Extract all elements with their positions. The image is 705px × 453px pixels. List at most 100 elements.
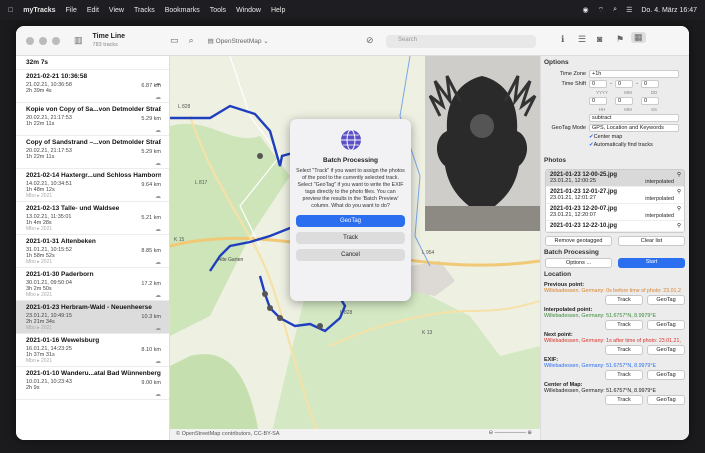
cancel-button[interactable]: Cancel bbox=[296, 249, 405, 261]
shift-hour[interactable]: 0 bbox=[589, 97, 607, 105]
info-icon[interactable]: ℹ bbox=[561, 34, 564, 45]
menu-tracks[interactable]: Tracks bbox=[134, 7, 155, 14]
cloud-icon: ☁ bbox=[155, 161, 161, 167]
center-map-point-value: Willebadessen, Germany: 51.6757°N, 8.997… bbox=[544, 388, 657, 394]
track-row[interactable]: 32m 7s ☁ bbox=[16, 56, 169, 87]
menu-view[interactable]: View bbox=[109, 7, 124, 14]
apple-menu[interactable]:  bbox=[8, 7, 13, 14]
shift-minute[interactable]: 0 bbox=[615, 97, 633, 105]
unit-mm: MM bbox=[624, 90, 632, 95]
status-icon[interactable]: ◉ bbox=[582, 6, 588, 14]
folder-icon[interactable]: ▭ bbox=[170, 35, 179, 46]
interp-geotag-button[interactable]: GeoTag bbox=[647, 320, 685, 330]
exif-geotag-button[interactable]: GeoTag bbox=[647, 370, 685, 380]
clear-list-button[interactable]: Clear list bbox=[618, 236, 685, 246]
prev-point-value: Willebadessen, Germany: 0s before time o… bbox=[544, 288, 681, 294]
photo-geotag-icon[interactable]: ▦ bbox=[631, 32, 646, 43]
exif-value: Willebadessen, Germany: 51.6757°N, 8.997… bbox=[544, 363, 657, 369]
interp-track-button[interactable]: Track bbox=[605, 320, 643, 330]
map-town-label: Alte Garten bbox=[218, 257, 244, 263]
menu-file[interactable]: File bbox=[66, 7, 77, 14]
menu-tools[interactable]: Tools bbox=[210, 7, 226, 14]
map-source-select[interactable]: ▤ OpenStreetMap ⌄ bbox=[208, 37, 269, 45]
track-row[interactable]: 2021-02-13 Talle- und Waldsee 13.02.21, 1… bbox=[16, 202, 169, 235]
track-row[interactable]: 2021-02-21 10:36:58 21.02.21, 10:36:58 2h … bbox=[16, 70, 169, 103]
shift-month[interactable]: 0 bbox=[615, 80, 633, 88]
exif-track-button[interactable]: Track bbox=[605, 370, 643, 380]
geotag-button[interactable]: GeoTag bbox=[296, 215, 405, 227]
minimize-button[interactable] bbox=[39, 36, 47, 45]
track-row[interactable]: Kopie von Copy of Sa...von Detmolder Str… bbox=[16, 103, 169, 136]
control-center-icon[interactable]: ☰ bbox=[626, 6, 632, 14]
map-label-k13: K 13 bbox=[422, 330, 433, 336]
track-name: 32m 7s bbox=[26, 59, 49, 66]
track-row[interactable]: 2021-01-16 Wewelsburg 16.01.21, 14:23:25 1… bbox=[16, 334, 169, 367]
zoom-button[interactable] bbox=[52, 36, 60, 45]
batch-options-button[interactable]: Options ... bbox=[545, 258, 613, 268]
unit-min: MM bbox=[624, 107, 632, 112]
map-label-l954: L 954 bbox=[422, 250, 435, 256]
center-track-button[interactable]: Track bbox=[605, 395, 643, 405]
photo-item[interactable]: 2021-01-23 12-00-25.jpg 23.01.21, 12:00:2… bbox=[546, 170, 684, 187]
flag-icon[interactable]: ⚑ bbox=[616, 34, 624, 45]
prev-geotag-button[interactable]: GeoTag bbox=[647, 295, 685, 305]
track-distance: 5.29 km bbox=[141, 149, 161, 155]
search-menu-icon[interactable]: ⌕ bbox=[613, 6, 617, 14]
map-view[interactable]: L 828 L 817 K 15 L 954 K 13 L 828 Alte G… bbox=[170, 56, 540, 440]
track-row[interactable]: Copy of Sandstrand –...von Detmolder Str… bbox=[16, 136, 169, 169]
next-geotag-button[interactable]: GeoTag bbox=[647, 345, 685, 355]
menu-help[interactable]: Help bbox=[271, 7, 285, 14]
photo-item[interactable]: 2021-01-23 12-22-10.jpg ⚲ bbox=[546, 221, 684, 232]
close-button[interactable] bbox=[26, 36, 34, 45]
track-folder-badge: Mbo ▸ 2021 bbox=[26, 292, 53, 298]
compass-icon[interactable]: ⊘ bbox=[366, 35, 374, 46]
search-input[interactable]: Search bbox=[386, 35, 536, 48]
track-row[interactable]: 2021-01-10 Wanderu...atal Bad Wünnenberg… bbox=[16, 367, 169, 400]
timezone-field[interactable]: +1h bbox=[589, 70, 679, 78]
inspector-panel: Options Time Zone +1h Time Shift 0 - 0 - … bbox=[540, 56, 689, 440]
interp-point-value: Willebadessen, Germany: 51.6757°N, 8.997… bbox=[544, 313, 657, 319]
photo-item[interactable]: 2021-01-23 12-20-07.jpg 23.01.21, 12:20:0… bbox=[546, 204, 684, 221]
next-track-button[interactable]: Track bbox=[605, 345, 643, 355]
remove-geotagged-button[interactable]: Remove geotagged bbox=[545, 236, 612, 246]
menu-edit[interactable]: Edit bbox=[87, 7, 99, 14]
batch-heading: Batch Processing bbox=[544, 249, 599, 256]
link-icon: ⚲ bbox=[676, 172, 681, 178]
camera-icon[interactable]: ◙ bbox=[597, 34, 602, 44]
track-row[interactable]: 2021-01-23 Herbram-Wald - Neuenheerse 23.… bbox=[16, 301, 169, 334]
track-distance: 6.87 km bbox=[141, 83, 161, 89]
track-row[interactable]: 2021-01-31 Altenbeken 31.01.21, 10:15:52 1… bbox=[16, 235, 169, 268]
batch-start-button[interactable]: Start bbox=[618, 258, 685, 268]
dialog-title: Batch Processing bbox=[323, 157, 378, 164]
prev-track-button[interactable]: Track bbox=[605, 295, 643, 305]
sidebar-toggle-icon[interactable]: ▥ bbox=[74, 35, 83, 46]
toolbar: ▥ Time Line 783 tracks ▭ ⌕ ▤ OpenStreetM… bbox=[16, 26, 689, 56]
zoom-search-icon[interactable]: ⌕ bbox=[189, 35, 194, 46]
app-menu[interactable]: myTracks bbox=[23, 7, 55, 14]
list-icon[interactable]: ☰ bbox=[578, 34, 586, 45]
track-name: 2021-01-16 Wewelsburg bbox=[26, 337, 100, 344]
window-controls bbox=[26, 36, 60, 45]
track-row[interactable]: 2021-02-14 Haxtergr...und Schloss Hambor… bbox=[16, 169, 169, 202]
wifi-icon[interactable]: ⌔ bbox=[598, 6, 605, 15]
clock[interactable]: Do. 4. März 16:47 bbox=[641, 7, 697, 14]
menu-window[interactable]: Window bbox=[236, 7, 261, 14]
track-button[interactable]: Track bbox=[296, 232, 405, 244]
auto-find-label: Automatically find tracks bbox=[593, 142, 653, 148]
track-distance: 10.3 km bbox=[141, 314, 161, 320]
track-name: 2021-01-31 Altenbeken bbox=[26, 238, 96, 245]
menu-bookmarks[interactable]: Bookmarks bbox=[165, 7, 200, 14]
location-heading: Location bbox=[544, 271, 572, 278]
sep-2: - bbox=[636, 81, 638, 87]
photo-item[interactable]: 2021-01-23 12-01-27.jpg 23.01.21, 12:01:2… bbox=[546, 187, 684, 204]
shift-year[interactable]: 0 bbox=[589, 80, 607, 88]
zoom-slider[interactable]: ⊖ ──────── ⊕ bbox=[489, 430, 532, 436]
track-row[interactable]: 2021-01-30 Paderborn 30.01.21, 09:50:04 3h… bbox=[16, 268, 169, 301]
shift-second[interactable]: 0 bbox=[641, 97, 659, 105]
geotag-mode-select[interactable]: GPS, Location and Keywords bbox=[589, 124, 679, 132]
center-geotag-button[interactable]: GeoTag bbox=[647, 395, 685, 405]
subtract-select[interactable]: subtract bbox=[589, 114, 679, 122]
shift-day[interactable]: 0 bbox=[641, 80, 659, 88]
cloud-icon: ☁ bbox=[155, 392, 161, 398]
cloud-icon: ☁ bbox=[155, 326, 161, 332]
